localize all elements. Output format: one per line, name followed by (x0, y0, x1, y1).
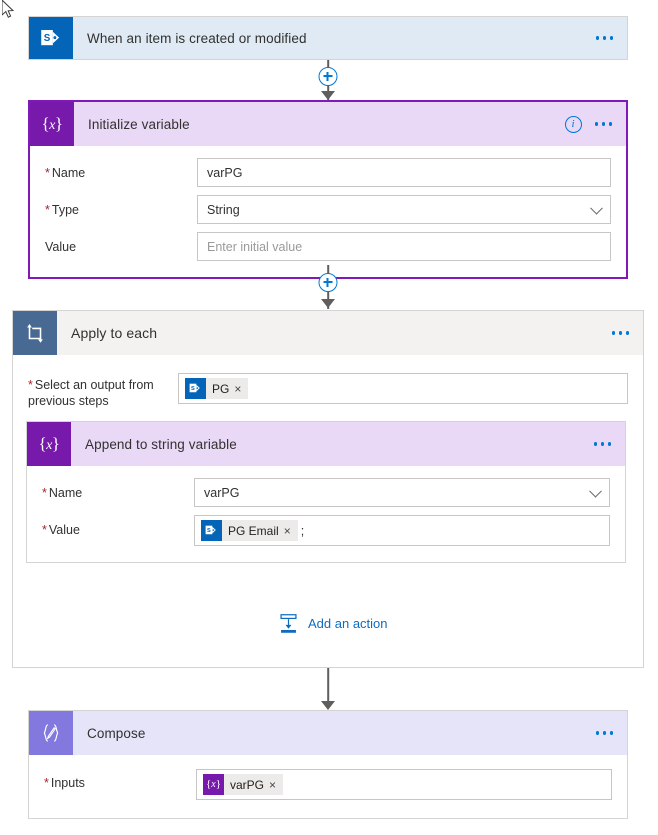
append-to-string-header[interactable]: {x} Append to string variable (27, 422, 625, 466)
svg-text:S: S (43, 33, 50, 44)
action-card-compose[interactable]: Compose * Inputs {x} varPG × (28, 710, 628, 819)
compose-body: * Inputs {x} varPG × (29, 755, 627, 818)
required-asterisk: * (42, 523, 47, 537)
insert-step-plus-button-1[interactable] (318, 67, 338, 86)
initialize-variable-header[interactable]: {x} Initialize variable i (30, 102, 626, 146)
value-field-label: Value (45, 240, 77, 254)
token-pg-email-remove-button[interactable]: × (284, 525, 298, 537)
token-pg-email-label: PG Email (228, 523, 279, 538)
token-pg-email[interactable]: S PG Email × (201, 520, 298, 541)
loop-icon (13, 311, 57, 355)
compose-header[interactable]: Compose (29, 711, 627, 755)
sharepoint-icon: S (29, 17, 73, 59)
required-asterisk: * (45, 166, 50, 180)
sharepoint-glyph: S (205, 525, 216, 535)
add-an-action-button[interactable]: Add an action (278, 613, 388, 634)
field-row-value: Value Enter initial value (45, 232, 611, 261)
append-to-string-overflow-menu-button[interactable] (593, 442, 611, 446)
append-to-string-body: * Name varPG * Value S PG Email × ; (27, 466, 625, 562)
append-name-value: varPG (204, 485, 240, 500)
compose-pen-glyph (43, 724, 59, 742)
value-input[interactable]: Enter initial value (197, 232, 611, 261)
name-field-label: * Name (45, 166, 86, 180)
required-asterisk: * (42, 486, 47, 500)
trigger-title: When an item is created or modified (87, 30, 307, 46)
type-field-label: * Type (45, 203, 79, 217)
chevron-down-icon (589, 484, 602, 498)
field-row-append-value: * Value S PG Email × ; (42, 515, 610, 546)
variable-braces-icon: {x} (203, 774, 224, 795)
append-value-label: * Value (42, 523, 80, 537)
token-varpg[interactable]: {x} varPG × (203, 774, 284, 795)
initialize-variable-body: * Name varPG * Type String Value Enter ini… (30, 146, 626, 277)
connector-arrow-3 (321, 701, 335, 710)
trigger-card-header[interactable]: S When an item is created or modified (29, 17, 627, 59)
apply-to-each-overflow-menu-button[interactable] (611, 331, 629, 335)
sharepoint-glyph: S (40, 29, 59, 45)
token-pg-label: PG (212, 381, 230, 396)
connector-arrow-2 (321, 299, 335, 308)
field-row-select-output: *Select an output from previous steps S (28, 373, 628, 409)
trigger-overflow-menu-button[interactable] (595, 36, 613, 40)
field-row-append-name: * Name varPG (42, 478, 610, 507)
token-pg-remove-button[interactable]: × (234, 383, 248, 395)
type-dropdown-value: String (207, 202, 240, 217)
connector-arrow-1 (321, 91, 335, 100)
scope-card-apply-to-each[interactable]: Apply to each * Select an output from pre… (12, 310, 644, 668)
select-output-input[interactable]: S PG × (178, 373, 628, 404)
append-name-dropdown[interactable]: varPG (194, 478, 610, 507)
svg-text:S: S (207, 528, 211, 534)
svg-text:S: S (191, 386, 195, 392)
trigger-card-when-item-created-or-modified[interactable]: S When an item is created or modified (28, 16, 628, 60)
initialize-variable-overflow-menu-button[interactable] (594, 122, 612, 126)
field-row-name: * Name varPG (45, 158, 611, 187)
select-output-label: * Select an output from previous steps (28, 378, 154, 408)
sharepoint-icon: S (185, 378, 206, 399)
apply-to-each-body: *Select an output from previous steps S (13, 355, 643, 409)
loop-glyph (27, 324, 43, 343)
inputs-input[interactable]: {x} varPG × (196, 769, 612, 800)
sharepoint-icon: S (201, 520, 222, 541)
inputs-label: * Inputs (44, 776, 85, 790)
flow-designer-canvas: S When an item is created or modified {x… (0, 0, 658, 835)
name-input[interactable]: varPG (197, 158, 611, 187)
info-icon[interactable]: i (564, 115, 582, 133)
required-asterisk: * (44, 776, 49, 790)
type-dropdown[interactable]: String (197, 195, 611, 224)
initialize-variable-title: Initialize variable (88, 116, 190, 132)
apply-to-each-title: Apply to each (71, 325, 158, 341)
variable-braces-icon: {x} (27, 422, 71, 466)
field-row-type: * Type String (45, 195, 611, 224)
token-varpg-remove-button[interactable]: × (269, 779, 283, 791)
required-asterisk: * (28, 378, 33, 392)
action-card-initialize-variable[interactable]: {x} Initialize variable i * Name varPG * T… (28, 100, 628, 279)
append-name-label: * Name (42, 486, 83, 500)
compose-pen-icon (29, 711, 73, 755)
token-varpg-label: varPG (230, 777, 265, 792)
compose-title: Compose (87, 725, 146, 741)
token-pg[interactable]: S PG × (185, 378, 249, 399)
append-value-input[interactable]: S PG Email × ; (194, 515, 610, 546)
sharepoint-glyph: S (189, 383, 200, 393)
field-row-inputs: * Inputs {x} varPG × (44, 769, 612, 800)
compose-overflow-menu-button[interactable] (595, 731, 613, 735)
apply-to-each-header[interactable]: Apply to each (13, 311, 643, 355)
variable-braces-glyph: {x} (38, 434, 60, 453)
required-asterisk: * (45, 203, 50, 217)
chevron-down-icon (590, 201, 603, 215)
add-an-action-label: Add an action (308, 616, 388, 631)
append-value-trailing-text: ; (300, 523, 305, 538)
action-card-append-to-string-variable[interactable]: {x} Append to string variable * Name varP… (26, 421, 626, 563)
mouse-cursor-icon (2, 0, 15, 18)
variable-braces-glyph: {x} (41, 114, 63, 133)
append-to-string-title: Append to string variable (85, 436, 237, 452)
add-action-icon (280, 614, 297, 633)
insert-step-plus-button-2[interactable] (318, 273, 338, 292)
variable-braces-icon: {x} (30, 102, 74, 146)
